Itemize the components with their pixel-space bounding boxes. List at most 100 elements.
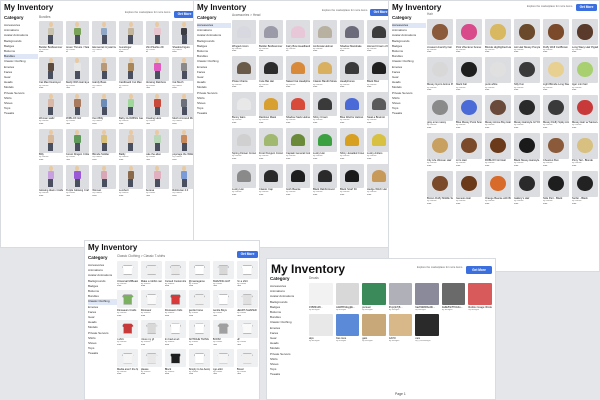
item-card[interactable]: Simply to be AeroplaneBy RobloxFree	[188, 349, 211, 376]
item-card[interactable]: Mini Plushie 2D By Roblox 40	[145, 21, 170, 54]
item-card[interactable]: Genesis Hair By Roblox Free	[456, 170, 482, 206]
item-card[interactable]: Frost Penguin Crown By Roblox Free	[259, 127, 283, 161]
item-card[interactable]: t-shirt. By Roblox Free	[117, 319, 139, 347]
item-card[interactable]: Light Blonde Long Sleek By Roblox Free	[543, 56, 569, 92]
item-card[interactable]: HEART-SHAPED By Roblox Free	[236, 290, 258, 317]
item-card[interactable]: Cute Bat Hat By Roblox Free	[259, 55, 283, 89]
item-card[interactable]: Side Part - Black By Roblox Free	[543, 170, 569, 206]
item-card[interactable]: punk white By Roblox Free	[485, 56, 511, 92]
item-card[interactable]: Goth Beanie By Roblox Free	[286, 163, 310, 197]
item-card[interactable]: 15583148... By dirragon	[309, 283, 333, 311]
item-card[interactable]: Woman By Roblox Free	[92, 164, 116, 198]
item-card[interactable]: Hairdy Bass By Roblox 45	[92, 56, 116, 90]
item-card[interactable]: Chestnut Bun By Roblox Free	[543, 132, 569, 168]
item-card[interactable]: Brown Fluffy Middle SweptBy RobloxFree	[427, 170, 453, 206]
item-card[interactable]: Messy Gyoro Anime PrincessBy RobloxFree	[427, 56, 453, 92]
item-card[interactable]: Shiny Crown By Roblox Free	[313, 91, 337, 125]
item-card[interactable]: Cardboard Cut Man By Roblox 40	[118, 56, 143, 90]
item-card[interactable]: City Life Woman Hair By Roblox Free	[427, 132, 453, 168]
item-card[interactable]: G2W8hVEyglE... By dirragon	[335, 283, 360, 311]
item-card[interactable]: GATO By dirragon	[388, 314, 413, 342]
item-card[interactable]: tiger mini hair By Roblox Free	[572, 56, 598, 92]
item-card[interactable]: i love my gf By Roblox Free	[140, 319, 163, 347]
item-card[interactable]: Shiny Jewelled Crown By Roblox Free	[340, 127, 364, 161]
item-card[interactable]: Cat Man Destroyer By Roblox Free	[39, 56, 63, 90]
sidebar-item-tweaks[interactable]: Tweaks	[197, 111, 231, 116]
item-card[interactable]: Headphones By Roblox Free	[340, 55, 364, 89]
item-card[interactable]: Blue Messy Punk Scene HairBy RobloxFree	[456, 94, 482, 130]
item-card[interactable]: frh(oi)kTj8... By dirragon	[388, 283, 413, 311]
item-card[interactable]: Black Scarf Fit By Roblox Free	[340, 163, 364, 197]
item-card[interactable]: Surfer - Black By Roblox Free	[572, 170, 598, 206]
item-card[interactable]: Im bad at art By Roblox Free	[164, 319, 187, 347]
item-card[interactable]: Bloxel By Roblox Free	[236, 349, 258, 376]
get-more-button[interactable]: Get More	[576, 4, 597, 11]
sidebar-item-tweaks[interactable]: Tweaks	[270, 372, 306, 377]
item-card[interactable]: Lumbert By Roblox Free	[118, 164, 143, 198]
item-card[interactable]: Elemental Crystal GolemBy Roblox75	[92, 21, 116, 54]
item-card[interactable]: Roblox Image ID-lok gallery...By dirrago…	[468, 283, 492, 311]
item-card[interactable]: Gunslinger By Roblox Free	[118, 21, 143, 54]
item-card[interactable]: I'm a shirt By Roblox Free	[236, 261, 258, 288]
get-more-button[interactable]: Get More	[174, 11, 195, 18]
item-card[interactable]: Forest Dragon Critter By Roblox Free	[65, 128, 90, 162]
item-card[interactable]: BOOM By Roblox Free	[212, 319, 235, 347]
item-card[interactable]: Pirate Chains By Roblox Free	[232, 55, 256, 89]
item-card[interactable]: Baby GLOWING GardenBy RobloxFree	[118, 92, 143, 126]
item-card[interactable]: Dinosaurs Crafts By Roblox Free	[117, 290, 139, 317]
item-card[interactable]: Rainbow Mask By Roblox Free	[259, 91, 283, 125]
item-card[interactable]: gato By dirragon	[362, 314, 386, 342]
item-card[interactable]: Blonde Soldier By Roblox Free	[92, 128, 116, 162]
item-card[interactable]: pale the alien By Roblox Free	[145, 128, 170, 162]
item-card[interactable]: Naked Cat HeadphonesBy RobloxFree	[286, 55, 310, 89]
item-card[interactable]: Serena By Roblox Free	[145, 164, 170, 198]
item-card[interactable]: Ambrosia Helmet By Roblox Free	[313, 20, 337, 53]
item-card[interactable]: Fairy Bow Headband By Roblox 50	[286, 20, 310, 53]
item-card[interactable]: Blonde Highlighted Hair By Roblox Free	[485, 19, 511, 54]
get-more-button[interactable]: Get More	[466, 266, 492, 274]
get-more-button[interactable]: Get More	[237, 251, 258, 258]
item-card[interactable]: Media aren't the figure of a...By Roblox…	[117, 349, 139, 376]
item-card[interactable]: Universal MrBeast/RobloxBy RobloxFree	[117, 261, 139, 288]
item-card[interactable]: 6a2f3tRR8w4lb... By dirragon	[415, 283, 439, 311]
item-card[interactable]: Blue Warrior Helmet By Roblox Free	[340, 91, 364, 125]
item-card[interactable]: Floating Hero By Roblox Free	[145, 92, 170, 126]
item-card[interactable]: Cursed Customizer UploadBy RobloxFree	[164, 261, 187, 288]
item-card[interactable]: Green Thrusts / TatankaBy Roblox60	[65, 21, 90, 54]
pagination[interactable]: Page 1	[395, 392, 406, 396]
item-card[interactable]: gentle horse By Roblox Free	[188, 290, 211, 317]
item-card[interactable]: Messy Hairstyle GYOO By Roblox Free	[514, 94, 540, 130]
item-card[interactable]: Silly Kun By Roblox Free	[514, 56, 540, 92]
item-card[interactable]: Glowing Rainbow By Roblox Free	[145, 56, 170, 90]
item-card[interactable]: Gallery's Hair By Roblox Free	[514, 170, 540, 206]
item-card[interactable]: ROBLOX Girl By Roblox Free	[65, 92, 90, 126]
item-card[interactable]: Captain General Color CapBy RobloxFree	[286, 127, 310, 161]
item-card[interactable]: Long Wavy Hair Pigtails(Brown)By RobloxF…	[572, 19, 598, 54]
item-card[interactable]: Dinosaur By Roblox Free	[140, 290, 163, 317]
item-card[interactable]: Aot Hair Messy Ponytail By Roblox Free	[514, 19, 540, 54]
item-card[interactable]: Messy Anime Boy Hair By Roblox Free	[485, 94, 511, 130]
item-card[interactable]: Classic Cap By Roblox Free	[259, 163, 283, 197]
item-card[interactable]: Fluffy Wolf Cut/Brown By Roblox Free	[543, 19, 569, 54]
item-card[interactable]: Lucky Hat By Roblox Free	[313, 127, 337, 161]
item-card[interactable]: Winged crown By Roblox Free	[232, 20, 256, 53]
item-card[interactable]: Shadow Sack Helmet By Roblox Free	[286, 91, 310, 125]
item-card[interactable]: Shadow Mandrake By Roblox Free	[340, 20, 364, 53]
item-card[interactable]: Messy Hair w/ Santa Hat By Roblox Free	[572, 94, 598, 130]
item-card[interactable]: Builder Bot/Hammer By Roblox Free	[259, 20, 283, 53]
item-card[interactable]: ogo-ellot By Roblox Free	[212, 349, 235, 376]
item-card[interactable]: Black Rabbit Hood By Roblox Free	[313, 163, 337, 197]
item-card[interactable]: Make a robbin name By Roblox Free	[140, 261, 163, 288]
item-card[interactable]: Pony Tail - Blonde By Roblox Free	[572, 132, 598, 168]
item-card[interactable]: Billy By Roblox Free	[39, 128, 63, 162]
item-card[interactable]: gray emo messy By Roblox Free	[427, 94, 453, 130]
item-card[interactable]: Dinosaurs Kids By Roblox Free	[164, 290, 187, 317]
item-card[interactable]: Gentle Boys By Roblox Free	[212, 290, 235, 317]
item-card[interactable]: Black Messy Hairstyle By Roblox Free	[514, 132, 540, 168]
item-card[interactable]: Lucky Hat By Roblox Free	[232, 163, 256, 197]
item-card[interactable]: 3a6E5S7P6GFu... By dirragon	[441, 283, 466, 311]
item-card[interactable]: cam By @hfootwaghT	[415, 314, 439, 342]
item-card[interactable]: Pink Vibe Emo Scene Punk HairBy RobloxFr…	[456, 19, 482, 54]
sidebar-item-tweaks[interactable]: Tweaks	[4, 111, 38, 116]
item-card[interactable]: Purple Glowing Crafter By Roblox Free	[65, 164, 90, 198]
